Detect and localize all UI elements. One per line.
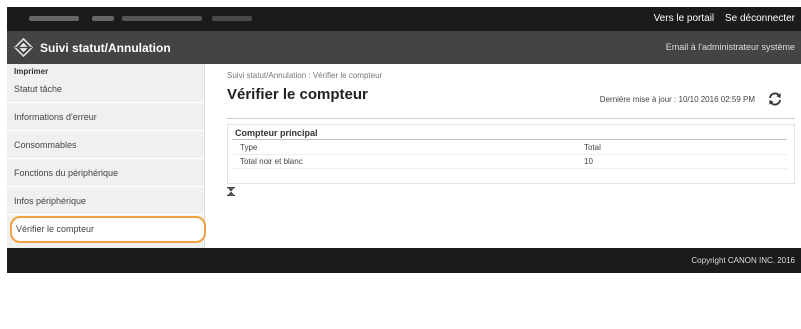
sidebar-item-label: Vérifier le compteur: [16, 224, 95, 234]
top-bar: Vers le portail Se déconnecter: [7, 7, 801, 31]
column-header-total: Total: [584, 143, 601, 152]
sidebar-item-label: Consommables: [14, 140, 77, 150]
sidebar-item-check-counter[interactable]: Vérifier le compteur: [10, 216, 206, 243]
footer: Copyright CANON INC. 2016: [7, 248, 801, 273]
divider: [232, 154, 787, 155]
app-window: Vers le portail Se déconnecter Suivi sta…: [7, 7, 801, 273]
blurred-device-name: [29, 16, 79, 21]
sidebar-item-device-features[interactable]: Fonctions du périphérique: [7, 160, 204, 187]
breadcrumb: Suivi statut/Annulation : Vérifier le co…: [227, 71, 383, 80]
blurred-device-name: [92, 16, 114, 21]
app-header: Suivi statut/Annulation Email à l'admini…: [7, 31, 801, 64]
divider: [232, 139, 787, 140]
blurred-device-name: [122, 16, 202, 21]
sidebar-item-consumables[interactable]: Consommables: [7, 132, 204, 159]
sidebar-item-label: Infos périphérique: [14, 196, 87, 206]
main-content: Suivi statut/Annulation : Vérifier le co…: [205, 64, 801, 248]
sidebar-group-label: Imprimer: [14, 67, 49, 76]
title-divider: [227, 118, 795, 119]
last-updated-text: Dernière mise à jour : 10/10 2016 02:59 …: [599, 95, 755, 104]
portal-link[interactable]: Vers le portail: [654, 13, 715, 24]
refresh-icon[interactable]: [767, 91, 783, 107]
page-title: Vérifier le compteur: [227, 86, 368, 103]
table-row-value: 10: [584, 157, 593, 166]
sidebar-item-label: Statut tâche: [14, 84, 63, 94]
sidebar-item-device-info[interactable]: Infos périphérique: [7, 188, 204, 215]
hourglass-icon: [227, 187, 235, 196]
top-links: Vers le portail Se déconnecter: [646, 13, 795, 24]
sidebar-item-job-status[interactable]: Statut tâche: [7, 76, 204, 103]
sidebar: Imprimer Statut tâche Informations d'err…: [7, 64, 206, 248]
blurred-device-name: [212, 16, 252, 21]
sidebar-item-label: Fonctions du périphérique: [14, 168, 119, 178]
logout-link[interactable]: Se déconnecter: [725, 13, 795, 24]
sidebar-item-label: Informations d'erreur: [14, 112, 97, 122]
email-admin-link[interactable]: Email à l'administrateur système: [666, 42, 795, 52]
table-row-label: Total noir et blanc: [240, 157, 303, 166]
app-title: Suivi statut/Annulation: [40, 41, 171, 55]
sidebar-item-error-info[interactable]: Informations d'erreur: [7, 104, 204, 131]
copyright-text: Copyright CANON INC. 2016: [691, 256, 795, 265]
status-cancel-logo-icon: [14, 38, 33, 57]
counter-table: Compteur principal Type Total Total noir…: [227, 124, 795, 184]
divider: [232, 168, 787, 169]
column-header-type: Type: [240, 143, 258, 152]
counter-section-header: Compteur principal: [235, 128, 318, 138]
